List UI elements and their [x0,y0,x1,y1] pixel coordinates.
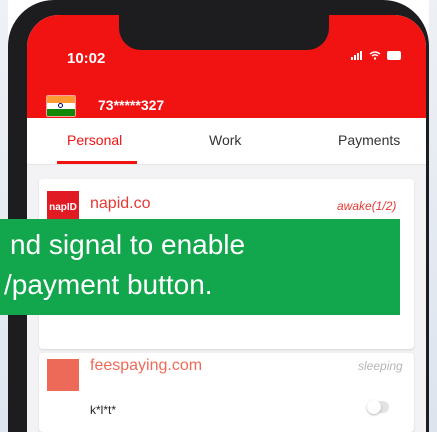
battery-icon [387,51,401,60]
instruction-banner: nd signal to enable /payment button. [0,219,400,315]
toggle-knob [367,400,381,414]
card-title: feespaying.com [90,357,203,374]
india-flag-icon[interactable] [46,95,76,117]
phone-number: 73*****327 [98,97,165,113]
card-status: sleeping [358,359,403,373]
background-right [429,0,437,432]
background-left [0,0,8,432]
wifi-icon [369,51,381,60]
banner-line-2: /payment button. [4,269,213,300]
feespaying-logo [47,359,79,391]
banner-line-1: nd signal to enable [10,229,246,260]
signal-icon [351,51,362,60]
status-icons [351,51,401,60]
enable-toggle[interactable] [367,400,389,414]
account-card-feespaying[interactable]: feespaying.com sleeping k*l*t* [39,353,414,432]
masked-username: k*l*t* [90,403,117,417]
active-tab-indicator [57,161,137,164]
card-status: awake(1/2) [337,199,397,213]
tab-bar: Personal Work Payments [27,118,426,165]
card-title: napid.co [90,195,151,212]
tab-payments[interactable]: Payments [338,132,400,148]
phone-frame: 10:02 73*****327 Personal Work Payments … [8,0,429,432]
tab-personal[interactable]: Personal [67,132,122,148]
phone-notch [119,15,329,50]
status-time: 10:02 [67,50,106,67]
tab-work[interactable]: Work [209,132,241,148]
